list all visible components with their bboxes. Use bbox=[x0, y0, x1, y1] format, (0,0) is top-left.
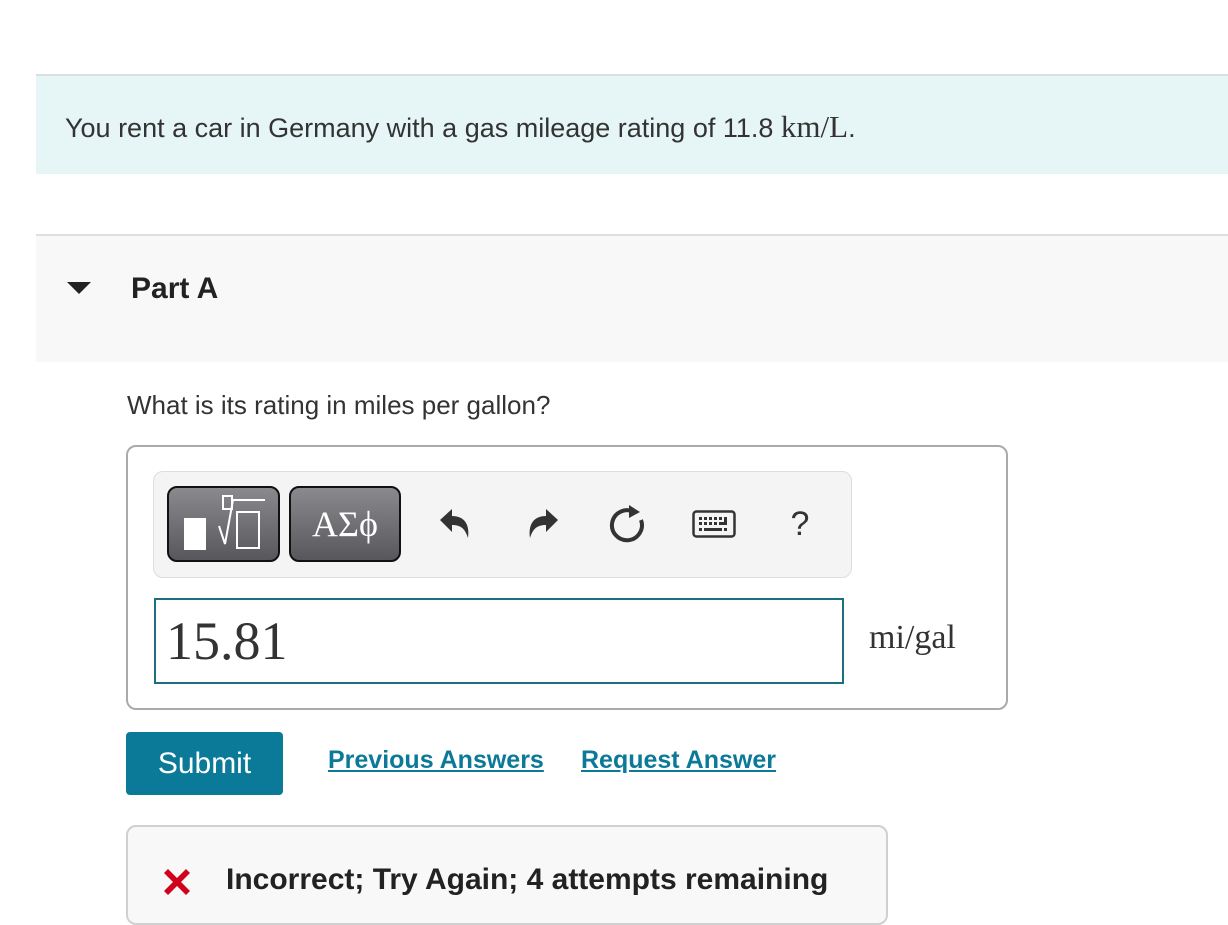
intro-sentence: You rent a car in Germany with a gas mil… bbox=[65, 113, 781, 143]
keyboard-button[interactable] bbox=[690, 500, 738, 548]
math-toolbar: ΑΣϕ ? bbox=[153, 471, 852, 578]
undo-icon bbox=[440, 509, 469, 538]
previous-answers-link[interactable]: Previous Answers bbox=[328, 746, 544, 775]
feedback-message: Incorrect; Try Again; 4 attempts remaini… bbox=[226, 863, 829, 896]
caret-down-icon[interactable] bbox=[67, 282, 91, 294]
request-answer-link[interactable]: Request Answer bbox=[581, 746, 776, 775]
intro-unit: km/L bbox=[780, 109, 849, 144]
intro-text: You rent a car in Germany with a gas mil… bbox=[65, 109, 856, 145]
answer-input[interactable] bbox=[154, 598, 844, 684]
help-icon: ? bbox=[790, 504, 810, 543]
incorrect-x-icon bbox=[160, 865, 194, 904]
redo-icon bbox=[529, 509, 558, 538]
help-button[interactable]: ? bbox=[776, 500, 824, 548]
question-text: What is its rating in miles per gallon? bbox=[127, 390, 551, 420]
redo-button[interactable] bbox=[518, 500, 566, 548]
intro-suffix: . bbox=[848, 113, 856, 143]
greek-symbols-button[interactable]: ΑΣϕ bbox=[289, 486, 401, 562]
reset-button[interactable] bbox=[604, 500, 652, 548]
undo-button[interactable] bbox=[432, 500, 480, 548]
submit-button[interactable]: Submit bbox=[126, 732, 283, 795]
part-title: Part A bbox=[131, 272, 219, 305]
part-a-header[interactable]: Part A bbox=[36, 234, 1228, 362]
reset-icon bbox=[609, 505, 644, 543]
feedback-box: Incorrect; Try Again; 4 attempts remaini… bbox=[126, 825, 888, 925]
answer-unit: mi/gal bbox=[869, 619, 956, 656]
greek-label: ΑΣϕ bbox=[312, 504, 378, 544]
answer-box: ΑΣϕ ? 15.81 mi/gal bbox=[126, 445, 1008, 710]
problem-intro: You rent a car in Germany with a gas mil… bbox=[36, 74, 1228, 174]
templates-button[interactable] bbox=[167, 486, 280, 562]
templates-icon bbox=[183, 495, 265, 550]
keyboard-icon bbox=[692, 510, 736, 538]
